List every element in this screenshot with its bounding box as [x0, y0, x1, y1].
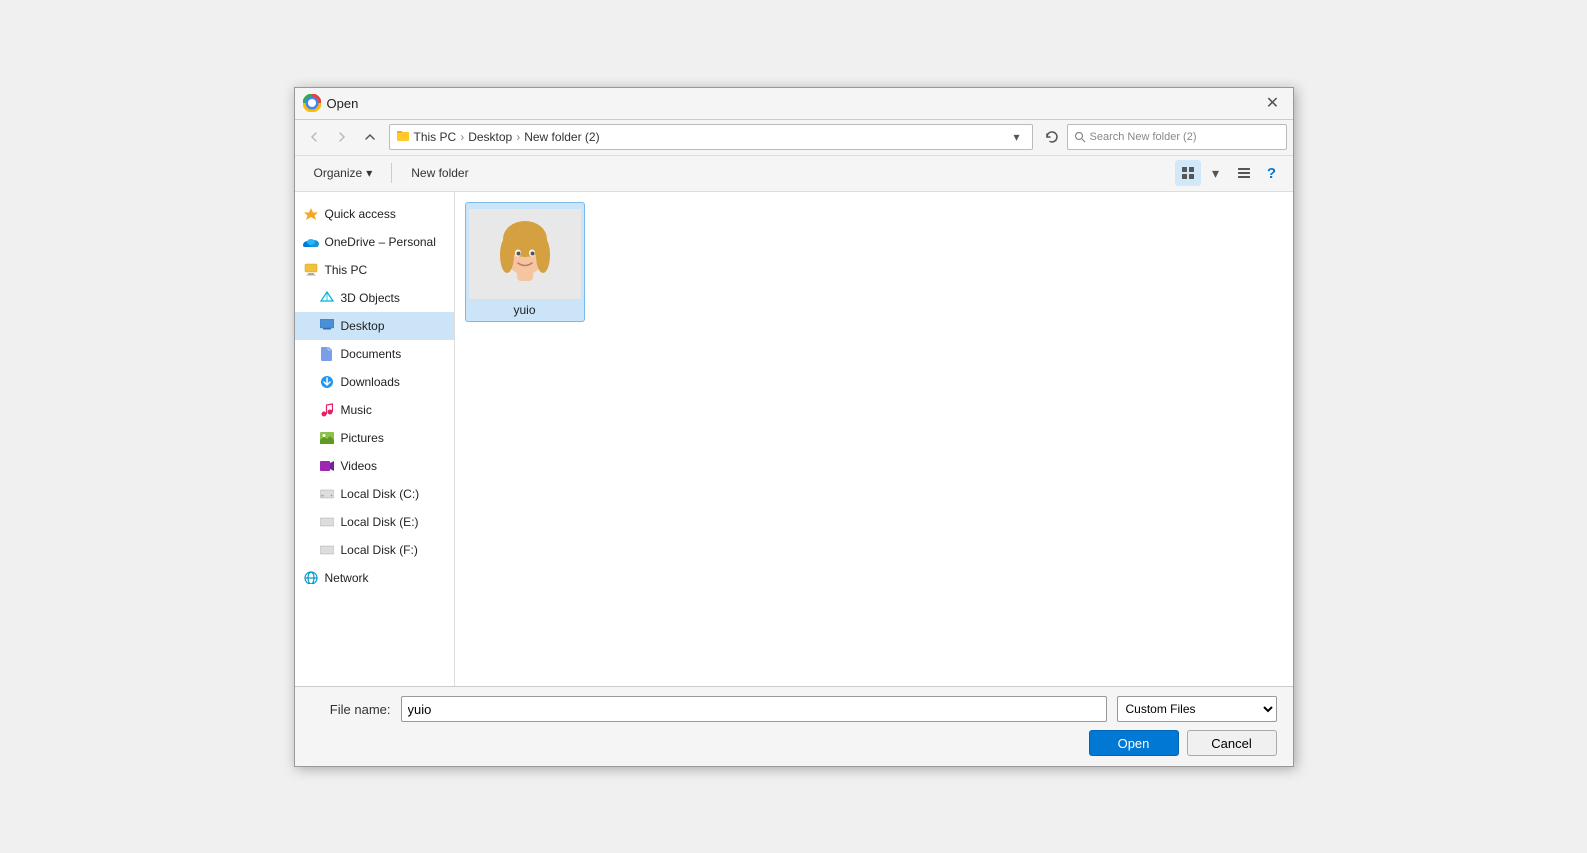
new-folder-label: New folder [411, 166, 468, 180]
search-box[interactable]: Search New folder (2) [1067, 124, 1287, 150]
list-view-dropdown[interactable]: ▾ [1203, 160, 1229, 186]
sidebar-item-network[interactable]: Network [295, 564, 454, 592]
search-placeholder: Search New folder (2) [1090, 131, 1197, 143]
open-button[interactable]: Open [1089, 730, 1179, 756]
localdisk-c-icon [319, 486, 335, 502]
sidebar-item-localdisk-f[interactable]: Local Disk (F:) [295, 536, 454, 564]
breadcrumb-sep-2: › [516, 130, 520, 144]
action-row: Open Cancel [311, 730, 1277, 756]
close-button[interactable]: ✕ [1261, 91, 1285, 115]
breadcrumb-folder-icon[interactable] [396, 129, 410, 146]
desktop-icon [319, 318, 335, 334]
localdisk-e-icon [319, 514, 335, 530]
breadcrumb-thispc[interactable]: This PC [414, 130, 457, 144]
videos-icon [319, 458, 335, 474]
music-icon [319, 402, 335, 418]
bottom-bar: File name: Custom Files All Files Open C… [295, 686, 1293, 766]
sidebar-item-localdisk-e[interactable]: Local Disk (E:) [295, 508, 454, 536]
thispc-icon [303, 262, 319, 278]
sidebar-item-localdisk-c[interactable]: Local Disk (C:) [295, 480, 454, 508]
refresh-button[interactable] [1039, 124, 1065, 150]
file-area: yuio [455, 192, 1293, 686]
sidebar-label-desktop: Desktop [341, 319, 385, 333]
open-file-dialog: Open ✕ This PC › Desktop › New folder (2… [294, 87, 1294, 767]
organize-dropdown-icon: ▾ [366, 166, 372, 180]
sidebar-label-localdisk-c: Local Disk (C:) [341, 487, 420, 501]
breadcrumb-desktop[interactable]: Desktop [468, 130, 512, 144]
sidebar-item-quick-access[interactable]: Quick access [295, 200, 454, 228]
sidebar-label-documents: Documents [341, 347, 402, 361]
sidebar-label-localdisk-f: Local Disk (F:) [341, 543, 418, 557]
navbar: This PC › Desktop › New folder (2) ▾ Sea… [295, 120, 1293, 156]
file-thumbnail-yuio [469, 209, 581, 299]
details-view-button[interactable] [1231, 160, 1257, 186]
filetype-select[interactable]: Custom Files All Files [1117, 696, 1277, 722]
up-button[interactable] [357, 124, 383, 150]
sidebar-item-desktop[interactable]: Desktop [295, 312, 454, 340]
file-item-yuio[interactable]: yuio [465, 202, 585, 322]
new-folder-button[interactable]: New folder [400, 160, 479, 186]
file-label-yuio: yuio [470, 303, 580, 317]
downloads-icon [319, 374, 335, 390]
sidebar-item-documents[interactable]: Documents [295, 340, 454, 368]
cancel-button[interactable]: Cancel [1187, 730, 1277, 756]
toolbar: Organize ▾ New folder ▾ ? [295, 156, 1293, 192]
filename-row: File name: Custom Files All Files [311, 696, 1277, 722]
sidebar-item-3dobjects[interactable]: 3D Objects [295, 284, 454, 312]
toolbar-separator [391, 163, 392, 183]
titlebar: Open ✕ [295, 88, 1293, 120]
content-area: Quick access OneDrive – Personal This PC… [295, 192, 1293, 686]
thumbnail-view-button[interactable] [1175, 160, 1201, 186]
sidebar-label-quick-access: Quick access [325, 207, 396, 221]
sidebar: Quick access OneDrive – Personal This PC… [295, 192, 455, 686]
onedrive-icon [303, 234, 319, 250]
breadcrumb-current[interactable]: New folder (2) [524, 130, 599, 144]
sidebar-label-music: Music [341, 403, 372, 417]
sidebar-label-3dobjects: 3D Objects [341, 291, 400, 305]
pictures-icon [319, 430, 335, 446]
filename-input[interactable] [401, 696, 1107, 722]
breadcrumb-bar: This PC › Desktop › New folder (2) ▾ [389, 124, 1033, 150]
help-button[interactable]: ? [1259, 160, 1285, 186]
quick-access-icon [303, 206, 319, 222]
sidebar-label-thispc: This PC [325, 263, 368, 277]
sidebar-item-pictures[interactable]: Pictures [295, 424, 454, 452]
sidebar-label-localdisk-e: Local Disk (E:) [341, 515, 419, 529]
organize-label: Organize [314, 166, 363, 180]
sidebar-item-music[interactable]: Music [295, 396, 454, 424]
view-buttons: ▾ ? [1175, 160, 1285, 186]
sidebar-label-pictures: Pictures [341, 431, 384, 445]
breadcrumb-dropdown-btn[interactable]: ▾ [1008, 128, 1026, 146]
filename-label: File name: [311, 702, 391, 717]
3dobjects-icon [319, 290, 335, 306]
sidebar-label-downloads: Downloads [341, 375, 400, 389]
sidebar-label-onedrive: OneDrive – Personal [325, 235, 436, 249]
app-icon [303, 94, 321, 112]
sidebar-item-thispc[interactable]: This PC [295, 256, 454, 284]
network-icon [303, 570, 319, 586]
sidebar-label-network: Network [325, 571, 369, 585]
organize-button[interactable]: Organize ▾ [303, 160, 384, 186]
forward-button[interactable] [329, 124, 355, 150]
dialog-title: Open [327, 96, 1261, 111]
sidebar-item-videos[interactable]: Videos [295, 452, 454, 480]
sidebar-label-videos: Videos [341, 459, 377, 473]
documents-icon [319, 346, 335, 362]
localdisk-f-icon [319, 542, 335, 558]
breadcrumb-sep-1: › [460, 130, 464, 144]
sidebar-item-downloads[interactable]: Downloads [295, 368, 454, 396]
back-button[interactable] [301, 124, 327, 150]
sidebar-item-onedrive[interactable]: OneDrive – Personal [295, 228, 454, 256]
